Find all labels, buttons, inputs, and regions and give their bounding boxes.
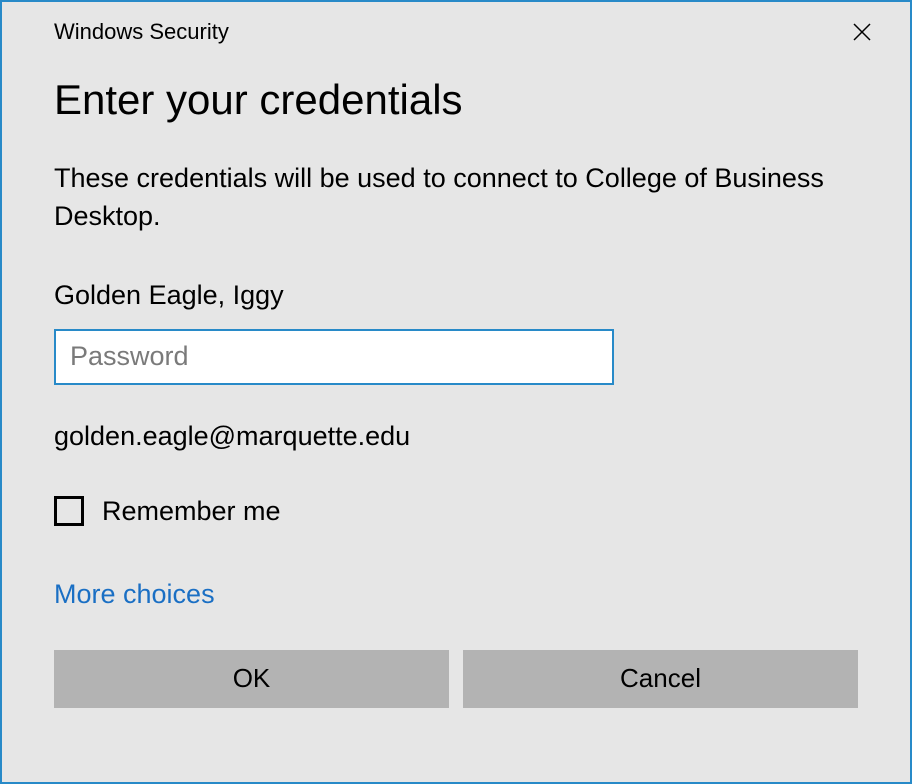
description: These credentials will be used to connec… [54, 160, 858, 236]
close-button[interactable] [842, 12, 882, 52]
heading: Enter your credentials [54, 76, 858, 124]
titlebar: Windows Security [2, 2, 910, 52]
more-choices-link[interactable]: More choices [54, 579, 215, 610]
email-label: golden.eagle@marquette.edu [54, 421, 858, 452]
remember-me-row[interactable]: Remember me [54, 496, 858, 527]
password-input[interactable] [54, 329, 614, 385]
remember-label: Remember me [102, 496, 281, 527]
dialog-title: Windows Security [54, 19, 229, 45]
remember-checkbox[interactable] [54, 496, 84, 526]
ok-button[interactable]: OK [54, 650, 449, 708]
username-label: Golden Eagle, Iggy [54, 280, 858, 311]
button-row: OK Cancel [54, 650, 858, 708]
windows-security-dialog: Windows Security Enter your credentials … [0, 0, 912, 784]
dialog-content: Enter your credentials These credentials… [2, 52, 910, 738]
cancel-button[interactable]: Cancel [463, 650, 858, 708]
close-icon [852, 22, 872, 42]
